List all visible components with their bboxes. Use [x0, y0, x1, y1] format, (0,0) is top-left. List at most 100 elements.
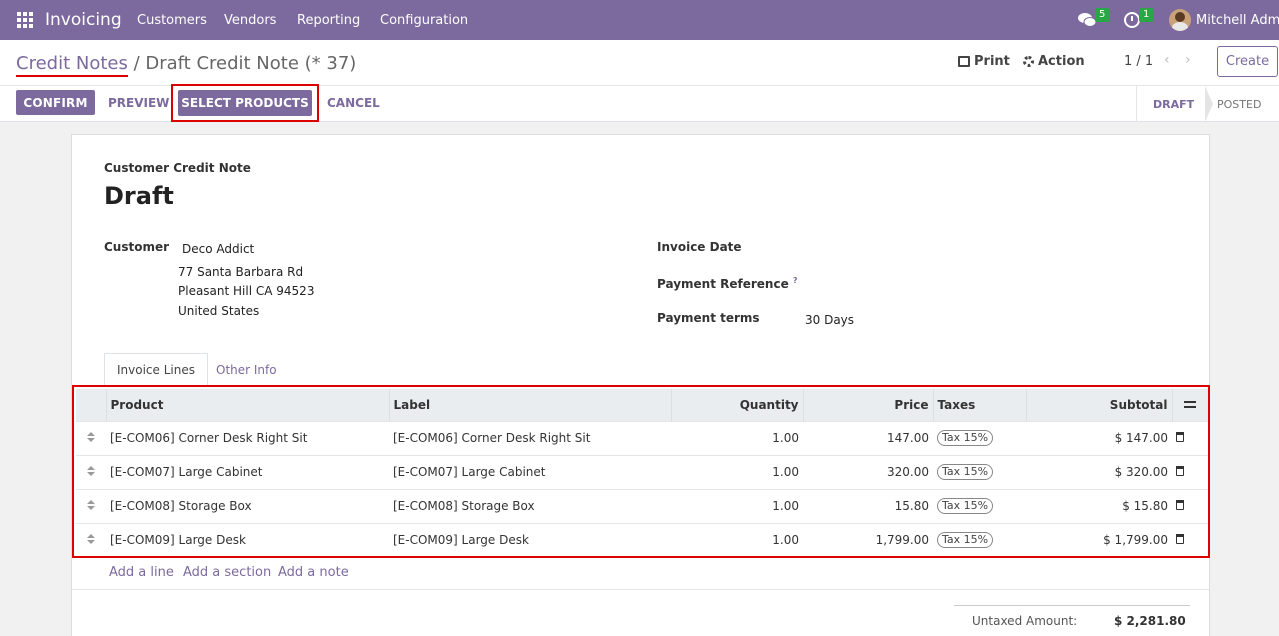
cell-label[interactable]: [E-COM06] Corner Desk Right Sit [389, 420, 671, 455]
cell-product[interactable]: [E-COM08] Storage Box [106, 488, 389, 523]
breadcrumb: Credit Notes / Draft Credit Note (* 37) [16, 53, 357, 77]
column-header-taxes[interactable]: Taxes [932, 389, 1026, 421]
action-label: Action [1038, 54, 1085, 69]
column-header-label[interactable]: Label [388, 389, 671, 421]
pager-value[interactable]: 1 / 1 [1124, 54, 1153, 69]
payment-terms-field[interactable]: 30 Days [805, 313, 854, 327]
drag-handle-icon[interactable] [87, 500, 95, 510]
select-products-button[interactable]: SELECT PRODUCTS [178, 90, 312, 116]
trash-icon[interactable] [1176, 500, 1184, 510]
drag-handle-icon[interactable] [87, 534, 95, 545]
cell-product[interactable]: [E-COM07] Large Cabinet [106, 454, 389, 489]
preview-button[interactable]: PREVIEW [108, 96, 169, 110]
table-row[interactable]: [E-COM06] Corner Desk Right Sit [E-COM06… [76, 420, 1208, 455]
invoice-lines-table: Product Label Quantity Price Taxes Subto… [76, 389, 1208, 557]
cell-label[interactable]: [E-COM07] Large Cabinet [389, 454, 671, 489]
create-button[interactable]: Create [1217, 46, 1278, 77]
document-title: Draft [104, 182, 174, 210]
breadcrumb-credit-notes-link[interactable]: Credit Notes [16, 53, 128, 77]
messages-icon[interactable] [1078, 12, 1096, 28]
user-avatar[interactable] [1169, 9, 1191, 31]
activities-count-badge: 1 [1139, 8, 1154, 22]
invoice-lines-highlight: Product Label Quantity Price Taxes Subto… [72, 385, 1210, 558]
address-line-1: 77 Santa Barbara Rd [178, 265, 304, 279]
status-bar: DRAFT POSTED [1136, 86, 1279, 122]
menu-customers[interactable]: Customers [137, 13, 207, 28]
customer-field[interactable]: Deco Addict [182, 242, 254, 256]
trash-icon[interactable] [1176, 432, 1184, 442]
messages-count-badge: 5 [1095, 8, 1110, 22]
gear-icon [1023, 56, 1034, 67]
menu-vendors[interactable]: Vendors [224, 13, 276, 28]
trash-icon[interactable] [1176, 534, 1184, 545]
cell-product[interactable]: [E-COM09] Large Desk [106, 522, 389, 557]
select-products-highlight: SELECT PRODUCTS [171, 84, 319, 122]
status-draft: DRAFT [1137, 86, 1213, 122]
untaxed-amount-label: Untaxed Amount: [972, 614, 1078, 628]
tax-badge[interactable]: Tax 15% [937, 464, 994, 480]
menu-reporting[interactable]: Reporting [297, 13, 360, 28]
cell-price[interactable]: 15.80 [803, 488, 933, 523]
cell-subtotal: $ 147.00 [1026, 420, 1172, 455]
cell-quantity[interactable]: 1.00 [671, 420, 803, 455]
cell-price[interactable]: 1,799.00 [803, 522, 933, 557]
column-header-price[interactable]: Price [802, 389, 933, 421]
cell-subtotal: $ 15.80 [1026, 488, 1172, 523]
cell-label[interactable]: [E-COM09] Large Desk [389, 522, 671, 557]
optional-columns-toggle[interactable] [1171, 389, 1208, 421]
confirm-button[interactable]: CONFIRM [16, 90, 95, 115]
cell-quantity[interactable]: 1.00 [671, 522, 803, 557]
cell-product[interactable]: [E-COM06] Corner Desk Right Sit [106, 420, 389, 455]
tab-other-info[interactable]: Other Info [204, 353, 289, 386]
cell-price[interactable]: 320.00 [803, 454, 933, 489]
column-header-quantity[interactable]: Quantity [670, 389, 803, 421]
tab-invoice-lines[interactable]: Invoice Lines [104, 353, 208, 386]
add-note-link[interactable]: Add a note [278, 565, 349, 580]
address-line-2: Pleasant Hill CA 94523 [178, 284, 315, 298]
trash-icon[interactable] [1176, 466, 1184, 476]
cell-quantity[interactable]: 1.00 [671, 454, 803, 489]
activities-clock-icon[interactable] [1124, 12, 1140, 28]
handle-column-header [76, 389, 106, 421]
address-line-3: United States [178, 304, 260, 318]
status-posted[interactable]: POSTED [1205, 86, 1279, 122]
pager-next-icon[interactable]: › [1185, 52, 1191, 68]
add-section-link[interactable]: Add a section [183, 565, 271, 580]
settings-sliders-icon [1184, 399, 1197, 409]
payment-terms-label: Payment terms [657, 311, 760, 325]
cancel-button[interactable]: CANCEL [327, 96, 380, 110]
table-row[interactable]: [E-COM07] Large Cabinet [E-COM07] Large … [76, 454, 1208, 489]
invoice-date-label: Invoice Date [657, 240, 742, 254]
column-header-subtotal[interactable]: Subtotal [1025, 389, 1172, 421]
breadcrumb-separator: / [127, 53, 146, 74]
column-header-product[interactable]: Product [105, 389, 389, 421]
tax-badge[interactable]: Tax 15% [937, 498, 994, 514]
cell-price[interactable]: 147.00 [803, 420, 933, 455]
cell-quantity[interactable]: 1.00 [671, 488, 803, 523]
breadcrumb-current: Draft Credit Note (* 37) [145, 53, 357, 74]
cell-label[interactable]: [E-COM08] Storage Box [389, 488, 671, 523]
untaxed-amount-value: $ 2,281.80 [1114, 614, 1186, 628]
tax-badge[interactable]: Tax 15% [937, 532, 994, 549]
totals-divider [954, 605, 1190, 606]
print-label: Print [974, 54, 1010, 69]
print-button[interactable]: Print [958, 54, 1010, 69]
help-icon[interactable]: ? [793, 276, 798, 285]
app-name[interactable]: Invoicing [45, 10, 122, 30]
customer-label: Customer [104, 240, 170, 254]
divider [72, 589, 1209, 590]
print-icon [958, 56, 970, 67]
drag-handle-icon[interactable] [87, 432, 95, 442]
user-name[interactable]: Mitchell Admin [1196, 13, 1279, 28]
action-button[interactable]: Action [1023, 54, 1085, 69]
cell-subtotal: $ 320.00 [1026, 454, 1172, 489]
drag-handle-icon[interactable] [87, 466, 95, 476]
apps-menu-icon[interactable] [17, 12, 33, 28]
add-line-link[interactable]: Add a line [109, 565, 174, 580]
menu-configuration[interactable]: Configuration [380, 13, 468, 28]
tax-badge[interactable]: Tax 15% [937, 430, 994, 446]
table-row[interactable]: [E-COM09] Large Desk [E-COM09] Large Des… [76, 522, 1208, 557]
table-row[interactable]: [E-COM08] Storage Box [E-COM08] Storage … [76, 488, 1208, 523]
pager-previous-icon[interactable]: ‹ [1164, 52, 1170, 68]
payment-reference-text: Payment Reference [657, 277, 789, 291]
